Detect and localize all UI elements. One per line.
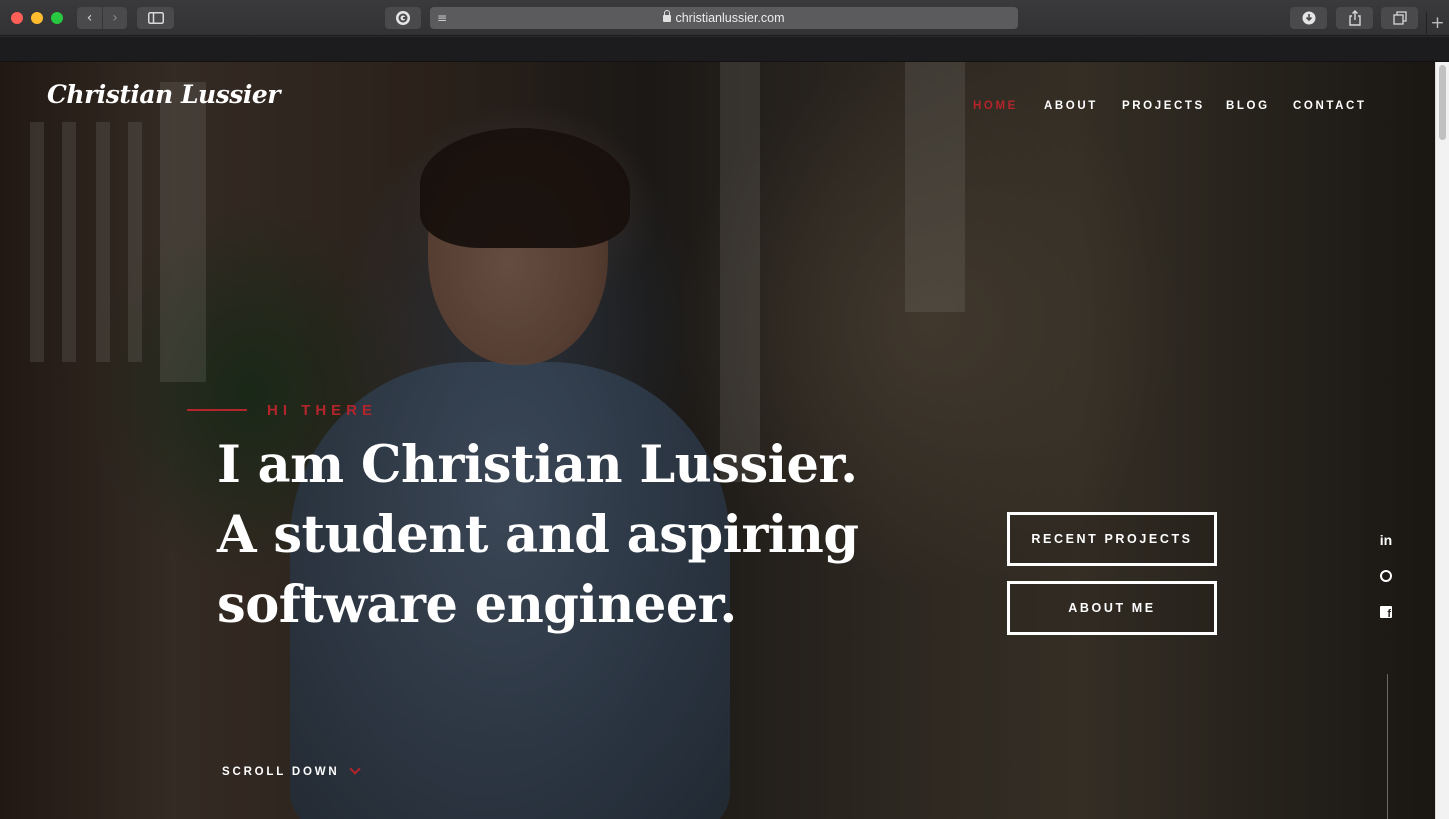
page-scrollbar[interactable] <box>1435 62 1449 819</box>
sidebar-icon <box>147 12 164 24</box>
recent-projects-button[interactable]: RECENT PROJECTS <box>1007 512 1217 566</box>
new-tab-button[interactable]: + <box>1426 12 1448 34</box>
download-button[interactable] <box>1290 7 1327 29</box>
scroll-down-link[interactable]: SCROLL DOWN <box>222 763 362 778</box>
tab-overview-icon <box>1392 11 1407 25</box>
hero-section: Christian Lussier HOME ABOUT PROJECTS BL… <box>0 62 1435 819</box>
forward-arrow-icon: › <box>112 10 118 26</box>
scrollbar-thumb[interactable] <box>1439 65 1446 140</box>
share-button[interactable] <box>1336 7 1373 29</box>
about-me-button[interactable]: ABOUT ME <box>1007 581 1217 635</box>
lock-icon <box>663 9 672 22</box>
tab-overview-button[interactable] <box>1381 7 1418 29</box>
address-bar[interactable]: ≡ christianlussier.com <box>430 7 1018 29</box>
nav-item-projects[interactable]: PROJECTS <box>1122 100 1205 112</box>
headline-line: I am Christian Lussier. <box>217 435 858 495</box>
eyebrow-divider <box>187 409 247 411</box>
zoom-icon[interactable] <box>51 12 63 24</box>
nav-item-about[interactable]: ABOUT <box>1044 100 1098 112</box>
close-icon[interactable] <box>11 12 23 24</box>
hero-headline: I am Christian Lussier. A student and as… <box>217 430 917 640</box>
decorative-vertical-line <box>1387 674 1388 819</box>
hero-eyebrow: HI THERE <box>267 402 378 419</box>
nav-item-home[interactable]: HOME <box>973 100 1018 112</box>
linkedin-link[interactable]: in <box>1378 532 1394 548</box>
main-nav: HOME ABOUT PROJECTS BLOG CONTACT <box>0 100 1435 116</box>
tab-strip <box>0 37 1449 62</box>
linkedin-icon: in <box>1379 532 1393 548</box>
minimize-icon[interactable] <box>31 12 43 24</box>
github-link[interactable] <box>1378 568 1394 584</box>
browser-toolbar: ‹ › ≡ christianlussier.com + <box>0 0 1449 36</box>
download-icon <box>1302 11 1315 25</box>
browser-chrome: ‹ › ≡ christianlussier.com + <box>0 0 1449 62</box>
nav-item-blog[interactable]: BLOG <box>1226 100 1270 112</box>
forward-button[interactable]: › <box>103 7 127 29</box>
github-icon <box>1380 570 1392 582</box>
reader-icon[interactable]: ≡ <box>437 11 447 25</box>
scroll-down-label: SCROLL DOWN <box>222 766 340 778</box>
back-arrow-icon: ‹ <box>86 10 93 26</box>
plus-icon: + <box>1430 13 1445 33</box>
share-icon <box>1348 10 1361 26</box>
chevron-down-icon <box>349 763 362 775</box>
facebook-link[interactable] <box>1378 604 1394 620</box>
headline-line: software engineer. <box>217 575 737 635</box>
url-text: christianlussier.com <box>675 11 785 25</box>
facebook-icon <box>1380 606 1392 620</box>
sidebar-button[interactable] <box>137 7 174 29</box>
grammarly-icon <box>396 11 410 25</box>
grammarly-button[interactable] <box>385 7 421 29</box>
nav-item-contact[interactable]: CONTACT <box>1293 100 1367 112</box>
back-button[interactable]: ‹ <box>77 7 102 29</box>
headline-line: A student and aspiring <box>217 505 859 565</box>
